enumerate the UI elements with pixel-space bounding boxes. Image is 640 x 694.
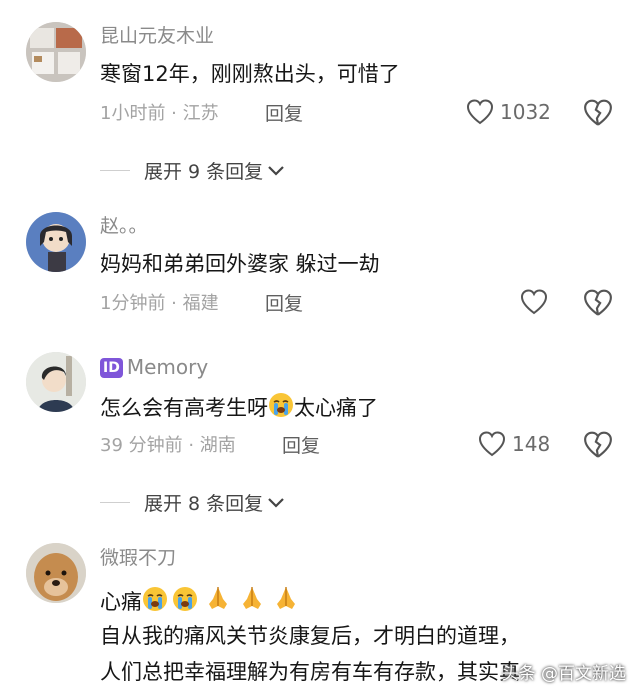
comment-text: 寒窗12年，刚刚熬出头，可惜了	[100, 62, 400, 86]
avatar[interactable]	[26, 212, 86, 272]
like-count: 1032	[500, 100, 551, 124]
like-button[interactable]: 148	[478, 431, 550, 457]
time-location: 1小时前 · 江苏	[100, 103, 219, 124]
like-count: 148	[512, 432, 551, 456]
comment-text: 妈妈和弟弟回外婆家 躲过一劫	[100, 252, 380, 276]
like-button[interactable]	[520, 289, 548, 315]
expand-label: 展开 8 条回复	[144, 493, 264, 515]
comment-text-start: 心痛	[100, 590, 142, 614]
reply-button[interactable]: 回复	[265, 292, 303, 316]
comment-text-line-3: 人们总把幸福理解为有房有车有存款，其实真	[100, 660, 520, 684]
loudly-crying-face-emoji	[142, 586, 168, 619]
id-badge: ID	[100, 358, 123, 378]
loudly-crying-face-emoji	[268, 392, 294, 425]
username[interactable]: 微瑕不刀	[100, 546, 176, 570]
comment-text: 怎么会有高考生呀 太心痛了	[100, 392, 378, 425]
time-location: 1分钟前 · 福建	[100, 293, 219, 314]
broken-heart-icon	[584, 289, 612, 316]
divider-line	[100, 170, 130, 171]
username[interactable]: 昆山元友木业	[100, 24, 214, 48]
username-row[interactable]: ID Memory	[100, 355, 208, 380]
dislike-button[interactable]	[583, 289, 613, 317]
time-location: 39 分钟前 · 湖南	[100, 435, 236, 456]
expand-replies-button[interactable]: 展开 8 条回复	[100, 489, 285, 516]
chevron-down-icon	[268, 497, 284, 508]
watermark: 头条 @百文新选	[501, 664, 626, 684]
folded-hands-emoji	[204, 584, 232, 619]
broken-heart-icon	[584, 99, 612, 126]
comment-text-after: 太心痛了	[294, 396, 378, 420]
avatar[interactable]	[26, 22, 86, 82]
like-button[interactable]: 1032	[466, 99, 551, 125]
avatar[interactable]	[26, 352, 86, 412]
comment-text-line-2: 自从我的痛风关节炎康复后，才明白的道理，	[100, 624, 520, 648]
reply-button[interactable]: 回复	[265, 102, 303, 126]
comment-text-before: 怎么会有高考生呀	[100, 396, 268, 420]
chevron-down-icon	[268, 165, 284, 176]
folded-hands-emoji	[272, 584, 300, 619]
heart-outline-icon	[478, 431, 506, 457]
username[interactable]: 赵。。	[100, 214, 148, 238]
divider-line	[100, 502, 130, 503]
expand-label: 展开 9 条回复	[144, 161, 264, 183]
heart-outline-icon	[466, 99, 494, 125]
comment-text-line-1: 心痛	[100, 584, 300, 619]
folded-hands-emoji	[238, 584, 266, 619]
broken-heart-icon	[584, 431, 612, 458]
reply-button[interactable]: 回复	[282, 434, 320, 458]
dislike-button[interactable]	[583, 99, 613, 127]
expand-replies-button[interactable]: 展开 9 条回复	[100, 157, 285, 184]
loudly-crying-face-emoji	[172, 586, 198, 619]
heart-outline-icon	[520, 289, 548, 315]
dislike-button[interactable]	[583, 431, 613, 459]
username: Memory	[126, 355, 209, 379]
avatar[interactable]	[26, 543, 86, 603]
